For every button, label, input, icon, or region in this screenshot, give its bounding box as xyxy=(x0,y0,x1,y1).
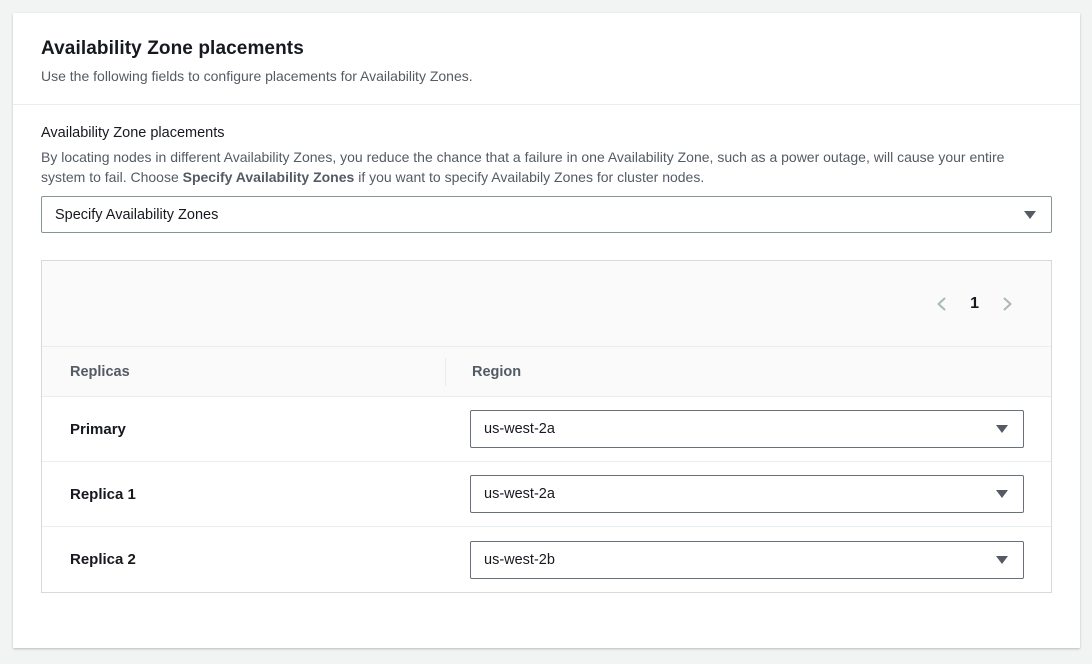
az-field-description: By locating nodes in different Availabil… xyxy=(41,147,1052,187)
replica-label: Replica 2 xyxy=(42,551,445,568)
caret-down-icon xyxy=(996,425,1008,433)
table-row-primary: Primary us-west-2a xyxy=(42,397,1051,462)
page-subtitle: Use the following fields to configure pl… xyxy=(41,68,1052,84)
region-cell: us-west-2a xyxy=(445,410,1051,448)
region-select-value: us-west-2a xyxy=(484,486,555,502)
pagination: 1 xyxy=(930,292,1019,316)
current-page-number: 1 xyxy=(968,295,981,313)
region-select-value: us-west-2a xyxy=(484,421,555,437)
az-field-label: Availability Zone placements xyxy=(41,125,1052,141)
replica-label: Primary xyxy=(42,421,445,438)
replica-label: Replica 1 xyxy=(42,486,445,503)
region-cell: us-west-2a xyxy=(445,475,1051,513)
chevron-right-icon xyxy=(999,296,1015,312)
panel-header: Availability Zone placements Use the fol… xyxy=(13,13,1080,104)
previous-page-button[interactable] xyxy=(930,292,954,316)
az-mode-select-value: Specify Availability Zones xyxy=(55,207,218,223)
caret-down-icon xyxy=(996,556,1008,564)
description-text-2: if you want to specify Availabily Zones … xyxy=(354,169,704,185)
replica-placement-table: 1 Replicas Region Primary us-west-2a xyxy=(41,260,1052,593)
table-toolbar: 1 xyxy=(42,261,1051,347)
caret-down-icon xyxy=(1024,211,1036,219)
column-header-replicas: Replicas xyxy=(42,364,445,380)
table-row-replica-1: Replica 1 us-west-2a xyxy=(42,462,1051,527)
az-mode-select[interactable]: Specify Availability Zones xyxy=(41,196,1052,233)
region-select-replica-2[interactable]: us-west-2b xyxy=(470,541,1024,579)
region-select-primary[interactable]: us-west-2a xyxy=(470,410,1024,448)
region-select-value: us-west-2b xyxy=(484,552,555,568)
column-header-region: Region xyxy=(445,364,1051,380)
chevron-left-icon xyxy=(934,296,950,312)
next-page-button[interactable] xyxy=(995,292,1019,316)
az-placement-section: Availability Zone placements By locating… xyxy=(13,105,1080,233)
description-bold: Specify Availability Zones xyxy=(183,169,355,185)
availability-zone-placements-panel: Availability Zone placements Use the fol… xyxy=(13,13,1080,648)
table-row-replica-2: Replica 2 us-west-2b xyxy=(42,527,1051,592)
page-title: Availability Zone placements xyxy=(41,38,1052,60)
region-select-replica-1[interactable]: us-west-2a xyxy=(470,475,1024,513)
table-header-row: Replicas Region xyxy=(42,347,1051,397)
region-cell: us-west-2b xyxy=(445,541,1051,579)
caret-down-icon xyxy=(996,490,1008,498)
